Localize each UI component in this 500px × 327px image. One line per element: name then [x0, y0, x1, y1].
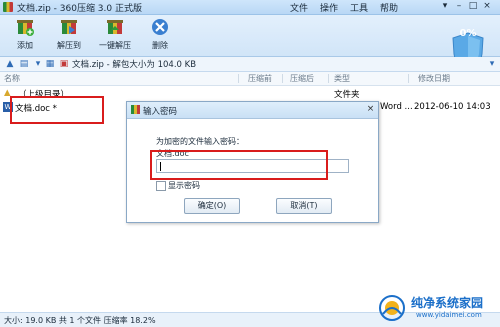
add-archive-icon	[17, 20, 34, 36]
column-name[interactable]: 名称	[4, 73, 20, 84]
column-size-after[interactable]: 压缩后	[290, 73, 314, 84]
menu-file[interactable]: 文件	[290, 1, 308, 14]
column-divider[interactable]	[328, 74, 329, 83]
delete-button[interactable]: 删除	[140, 17, 180, 55]
password-prompt: 为加密的文件输入密码：	[156, 137, 244, 146]
app-icon	[3, 2, 13, 12]
menu-tools[interactable]: 工具	[350, 1, 368, 14]
delete-label: 删除	[152, 41, 168, 50]
archive-icon: ▣	[59, 59, 69, 69]
address-path: 文档.zip - 解包大小为 104.0 KB	[72, 60, 197, 70]
address-dropdown-icon[interactable]: ▾	[486, 58, 498, 70]
shield-percent: 0%	[459, 28, 477, 39]
column-size-before[interactable]: 压缩前	[248, 73, 272, 84]
minimize-button[interactable]: –	[454, 1, 464, 12]
highlight-box-file	[10, 96, 104, 124]
one-click-extract-icon	[107, 20, 123, 34]
dialog-app-icon	[131, 105, 140, 114]
toolbar: 添加 解压到 一键解压 删除 0%	[0, 15, 500, 70]
file-type: Word ...	[380, 102, 413, 112]
column-divider[interactable]	[238, 74, 239, 83]
address-bar: ▲ ▤ ▾ ▦ ▣ 文档.zip - 解包大小为 104.0 KB ▾	[0, 57, 500, 72]
maximize-button[interactable]: □	[468, 1, 478, 12]
file-modified: 2012-06-10 14:03	[414, 102, 491, 112]
one-click-extract-button[interactable]: 一键解压	[95, 17, 135, 55]
up-arrow-icon[interactable]: ▲	[4, 58, 16, 70]
column-modified[interactable]: 修改日期	[418, 73, 450, 84]
dialog-title: 输入密码	[143, 107, 178, 117]
column-divider[interactable]	[282, 74, 283, 83]
menu-operate[interactable]: 操作	[320, 1, 338, 14]
window-title: 文档.zip - 360压缩 3.0 正式版	[17, 4, 142, 14]
view-dropdown-icon[interactable]: ▾	[32, 58, 44, 70]
cancel-button[interactable]: 取消(T)	[276, 198, 332, 214]
skin-dropdown-icon[interactable]: ▾	[440, 1, 450, 12]
highlight-box-password	[150, 150, 328, 180]
ok-button[interactable]: 确定(O)	[184, 198, 240, 214]
status-text: 大小: 19.0 KB 共 1 个文件 压缩率 18.2%	[4, 316, 156, 325]
column-type[interactable]: 类型	[334, 73, 350, 84]
column-divider[interactable]	[408, 74, 409, 83]
site-watermark: 纯净系统家园 www.yidaimei.com	[378, 294, 500, 326]
folder-view-icon[interactable]: ▦	[44, 58, 56, 70]
watermark-logo-icon	[379, 295, 405, 321]
extract-to-button[interactable]: 解压到	[49, 17, 89, 55]
show-password-label[interactable]: 显示密码	[168, 180, 200, 191]
one-click-extract-label: 一键解压	[99, 41, 131, 50]
file-type: 文件夹	[334, 90, 360, 100]
show-password-checkbox[interactable]	[156, 181, 166, 191]
add-button[interactable]: 添加	[5, 17, 45, 55]
add-label: 添加	[17, 41, 33, 50]
column-header: 名称 压缩前 压缩后 类型 修改日期	[0, 72, 500, 86]
close-button[interactable]: ×	[482, 1, 492, 12]
dialog-title-bar: 输入密码 ×	[127, 102, 378, 119]
delete-icon	[152, 19, 168, 35]
extract-to-icon	[61, 20, 77, 34]
dialog-close-button[interactable]: ×	[365, 104, 376, 115]
watermark-title: 纯净系统家园	[411, 296, 484, 310]
title-bar: 文档.zip - 360压缩 3.0 正式版 文件 操作 工具 帮助 ▾ – □…	[0, 0, 500, 15]
list-view-icon[interactable]: ▤	[18, 58, 30, 70]
menu-help[interactable]: 帮助	[380, 1, 398, 14]
watermark-url: www.yidaimei.com	[416, 311, 482, 319]
extract-to-label: 解压到	[57, 41, 81, 50]
